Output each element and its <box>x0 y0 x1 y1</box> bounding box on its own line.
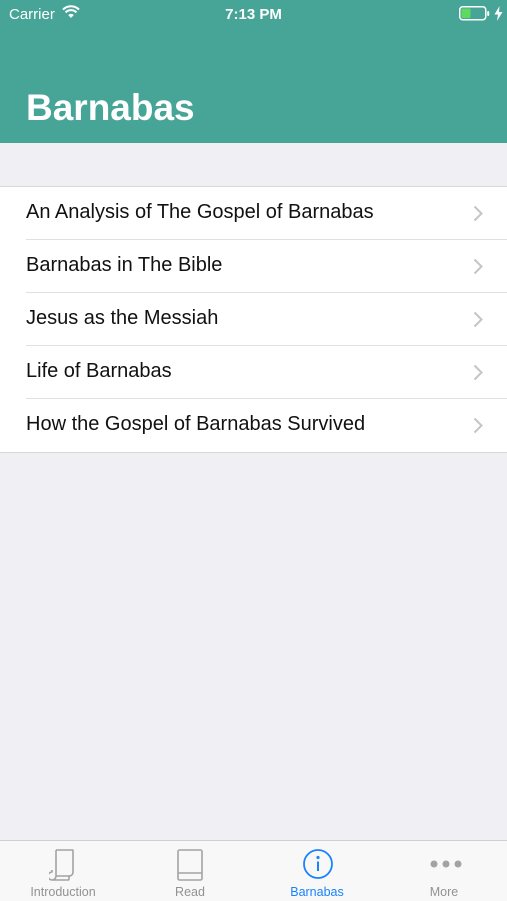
list-item[interactable]: Jesus as the Messiah <box>0 293 507 346</box>
list-item[interactable]: Life of Barnabas <box>0 346 507 399</box>
topic-list: An Analysis of The Gospel of Barnabas Ba… <box>0 186 507 453</box>
chevron-right-icon <box>473 258 483 275</box>
page-title: Barnabas <box>26 87 195 128</box>
list-item-label: How the Gospel of Barnabas Survived <box>26 413 366 435</box>
list-item-label: Jesus as the Messiah <box>26 307 219 329</box>
tab-introduction[interactable]: Introduction <box>0 841 126 901</box>
tab-more[interactable]: More <box>381 841 507 901</box>
battery-icon <box>459 6 490 21</box>
tab-label: Introduction <box>30 885 96 899</box>
tab-label: Barnabas <box>290 885 344 899</box>
book-icon <box>177 849 203 881</box>
list-item[interactable]: Barnabas in The Bible <box>0 240 507 293</box>
status-bar: Carrier 7:13 PM <box>0 0 507 28</box>
list-item[interactable]: An Analysis of The Gospel of Barnabas <box>0 187 507 240</box>
tab-label: Read <box>175 885 205 899</box>
tab-label: More <box>429 885 459 899</box>
tab-read[interactable]: Read <box>127 841 253 901</box>
tab-barnabas[interactable]: Barnabas <box>254 841 380 901</box>
chevron-right-icon <box>473 311 483 328</box>
more-icon <box>430 860 462 868</box>
charging-icon <box>494 6 503 21</box>
chevron-right-icon <box>473 417 483 434</box>
list-item-label: An Analysis of The Gospel of Barnabas <box>26 201 374 223</box>
chevron-right-icon <box>473 364 483 381</box>
info-icon <box>303 849 333 879</box>
navigation-header: Carrier 7:13 PM Barnabas <box>0 0 507 143</box>
list-item[interactable]: How the Gospel of Barnabas Survived <box>0 399 507 452</box>
chevron-right-icon <box>473 205 483 222</box>
list-item-label: Barnabas in The Bible <box>26 254 223 276</box>
tab-bar: Introduction Read Barnabas More <box>0 840 507 901</box>
scroll-icon <box>49 849 74 881</box>
list-item-label: Life of Barnabas <box>26 360 172 382</box>
status-time: 7:13 PM <box>225 6 282 23</box>
